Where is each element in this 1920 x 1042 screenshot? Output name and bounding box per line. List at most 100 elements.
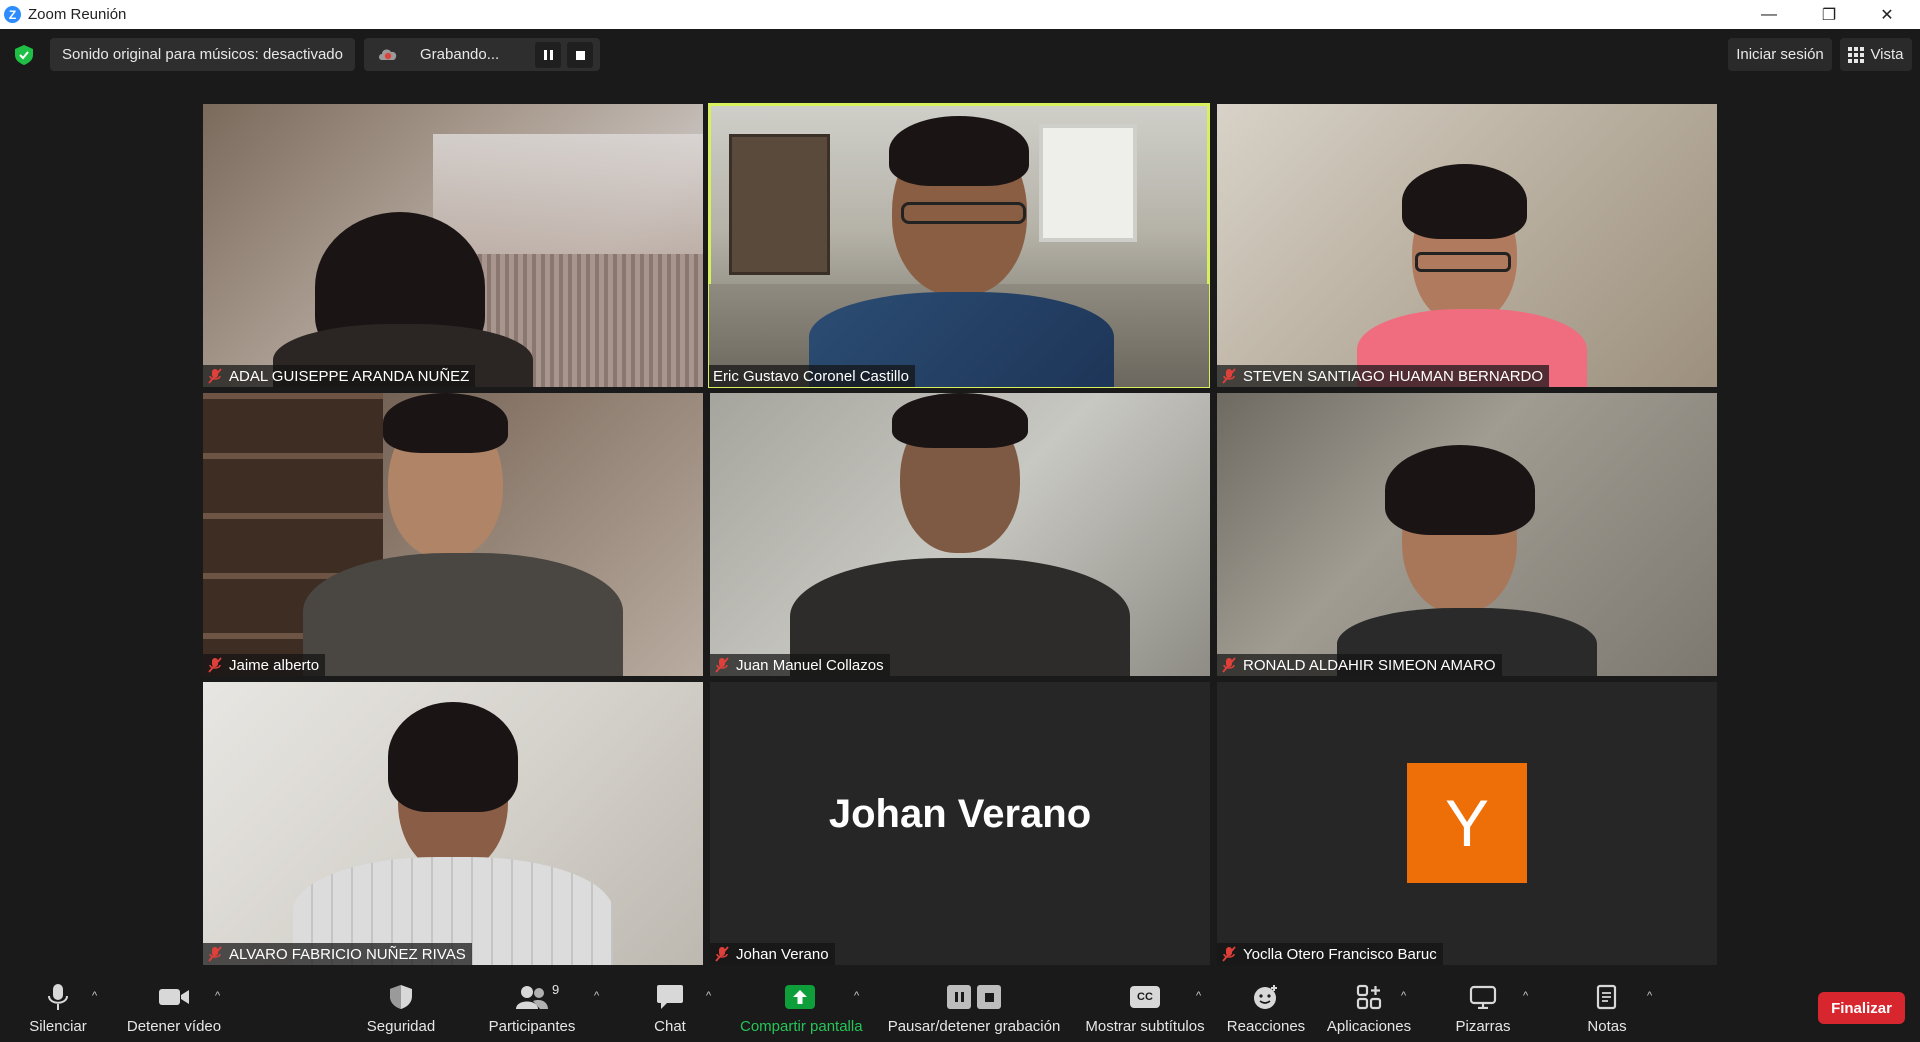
participant-name-bar: STEVEN SANTIAGO HUAMAN BERNARDO — [1217, 365, 1550, 387]
mute-label: Silenciar — [29, 1018, 87, 1035]
encryption-shield-icon[interactable] — [15, 45, 33, 65]
participant-name: Juan Manuel Collazos — [736, 656, 884, 674]
meeting-top-bar: Sonido original para músicos: desactivad… — [0, 29, 1920, 79]
original-sound-label: Sonido original para músicos: desactivad… — [62, 46, 343, 63]
security-label: Seguridad — [366, 1018, 436, 1035]
chat-bubble-icon — [657, 985, 683, 1009]
participant-name: Eric Gustavo Coronel Castillo — [713, 367, 909, 385]
share-options-caret-icon[interactable]: ^ — [854, 990, 859, 1002]
video-tile-no-video[interactable]: Johan Verano Johan Verano — [710, 682, 1210, 965]
restore-button[interactable]: ❐ — [1800, 0, 1858, 29]
minimize-button[interactable]: — — [1740, 0, 1798, 29]
zoom-logo-icon: Z — [4, 6, 21, 23]
participant-name-bar: ADAL GUISEPPE ARANDA NUÑEZ — [203, 365, 476, 387]
participant-name: STEVEN SANTIAGO HUAMAN BERNARDO — [1243, 367, 1544, 385]
participants-label: Participantes — [488, 1018, 576, 1035]
glasses — [1415, 252, 1511, 272]
video-tile[interactable]: Juan Manuel Collazos — [710, 393, 1210, 676]
participant-hair — [1385, 445, 1535, 535]
video-tile-active-speaker[interactable]: Eric Gustavo Coronel Castillo — [708, 103, 1210, 388]
participant-avatar: Y — [1407, 763, 1527, 883]
show-captions-button[interactable]: CC Mostrar subtítulos — [1085, 982, 1205, 1035]
chat-button[interactable]: Chat — [610, 982, 730, 1035]
stop-video-label: Detener vídeo — [126, 1018, 222, 1035]
muted-mic-icon — [1222, 368, 1236, 384]
whiteboard-icon — [1469, 985, 1497, 1009]
muted-mic-icon — [208, 368, 222, 384]
whiteboards-label: Pizarras — [1455, 1018, 1511, 1035]
participant-hair — [383, 393, 508, 453]
view-button[interactable]: Vista — [1840, 38, 1912, 71]
sign-in-label: Iniciar sesión — [1736, 46, 1824, 63]
stop-recording-button[interactable] — [567, 42, 593, 68]
captions-options-caret-icon[interactable]: ^ — [1196, 990, 1201, 1002]
participants-options-caret-icon[interactable]: ^ — [594, 990, 599, 1002]
notes-options-caret-icon[interactable]: ^ — [1647, 990, 1652, 1002]
meeting-controls-toolbar: Silenciar ^ Detener vídeo ^ Seguridad 9 … — [0, 974, 1920, 1042]
participant-body — [303, 553, 623, 676]
participants-icon — [516, 986, 548, 1009]
muted-mic-icon — [715, 657, 729, 673]
pause-recording-button[interactable] — [535, 42, 561, 68]
pause-icon — [543, 50, 553, 60]
stop-icon — [575, 50, 585, 60]
participant-name-bar: RONALD ALDAHIR SIMEON AMARO — [1217, 654, 1502, 676]
participant-name: RONALD ALDAHIR SIMEON AMARO — [1243, 656, 1496, 674]
mute-button[interactable]: Silenciar — [0, 982, 118, 1035]
chat-options-caret-icon[interactable]: ^ — [706, 990, 711, 1002]
share-screen-button[interactable]: Compartir pantalla — [740, 982, 863, 1035]
view-label: Vista — [1870, 46, 1904, 63]
window-title: Zoom Reunión — [28, 6, 127, 23]
muted-mic-icon — [1222, 946, 1236, 962]
muted-mic-icon — [208, 946, 222, 962]
participant-name: ADAL GUISEPPE ARANDA NUÑEZ — [229, 367, 470, 385]
participants-button[interactable]: 9 Participantes — [472, 982, 592, 1035]
background-window — [1039, 124, 1137, 242]
reactions-button[interactable]: Reacciones — [1206, 982, 1326, 1035]
sign-in-button[interactable]: Iniciar sesión — [1728, 38, 1832, 71]
reactions-label: Reacciones — [1226, 1018, 1306, 1035]
share-screen-icon — [785, 985, 815, 1009]
participant-name: Yoclla Otero Francisco Baruc — [1243, 945, 1437, 963]
show-captions-label: Mostrar subtítulos — [1085, 1018, 1205, 1035]
participant-name: Jaime alberto — [229, 656, 320, 674]
pause-recording-icon — [947, 985, 971, 1009]
video-tile[interactable]: ADAL GUISEPPE ARANDA NUÑEZ — [203, 104, 703, 387]
recording-indicator: Grabando... — [364, 38, 600, 71]
video-tile-no-video[interactable]: Y Yoclla Otero Francisco Baruc — [1217, 682, 1717, 965]
audio-options-caret-icon[interactable]: ^ — [92, 990, 97, 1002]
video-tile[interactable]: ALVARO FABRICIO NUÑEZ RIVAS — [203, 682, 703, 965]
share-screen-label: Compartir pantalla — [740, 1018, 863, 1035]
apps-label: Aplicaciones — [1326, 1018, 1412, 1035]
reactions-smiley-icon — [1254, 985, 1277, 1009]
video-tile[interactable]: Jaime alberto — [203, 393, 703, 676]
apps-button[interactable]: Aplicaciones — [1309, 982, 1429, 1035]
original-sound-status-button[interactable]: Sonido original para músicos: desactivad… — [50, 38, 355, 71]
participant-name-bar: ALVARO FABRICIO NUÑEZ RIVAS — [203, 943, 472, 965]
whiteboards-options-caret-icon[interactable]: ^ — [1523, 990, 1528, 1002]
pause-stop-recording-button[interactable]: Pausar/detener grabación — [882, 982, 1066, 1035]
participant-name: ALVARO FABRICIO NUÑEZ RIVAS — [229, 945, 466, 963]
apps-options-caret-icon[interactable]: ^ — [1401, 990, 1406, 1002]
participant-name-bar: Yoclla Otero Francisco Baruc — [1217, 943, 1443, 965]
end-meeting-button[interactable]: Finalizar — [1818, 992, 1905, 1024]
closed-captions-icon: CC — [1130, 986, 1160, 1008]
window-title-bar: Z Zoom Reunión — ❐ ✕ — [0, 0, 1920, 29]
participant-name: Johan Verano — [736, 945, 829, 963]
video-tile[interactable]: STEVEN SANTIAGO HUAMAN BERNARDO — [1217, 104, 1717, 387]
participant-name-bar: Juan Manuel Collazos — [710, 654, 890, 676]
participant-hair — [892, 393, 1028, 448]
video-options-caret-icon[interactable]: ^ — [215, 990, 220, 1002]
cloud-recording-icon — [379, 49, 397, 60]
notes-icon — [1596, 984, 1617, 1010]
muted-mic-icon — [208, 657, 222, 673]
notes-label: Notas — [1587, 1018, 1627, 1035]
participant-name-bar: Eric Gustavo Coronel Castillo — [709, 365, 915, 387]
microphone-icon — [48, 984, 68, 1010]
participant-name-bar: Jaime alberto — [203, 654, 326, 676]
security-button[interactable]: Seguridad — [341, 982, 461, 1035]
stop-recording-icon — [977, 985, 1001, 1009]
participant-hair — [1402, 164, 1527, 239]
video-tile[interactable]: RONALD ALDAHIR SIMEON AMARO — [1217, 393, 1717, 676]
close-button[interactable]: ✕ — [1858, 0, 1916, 29]
